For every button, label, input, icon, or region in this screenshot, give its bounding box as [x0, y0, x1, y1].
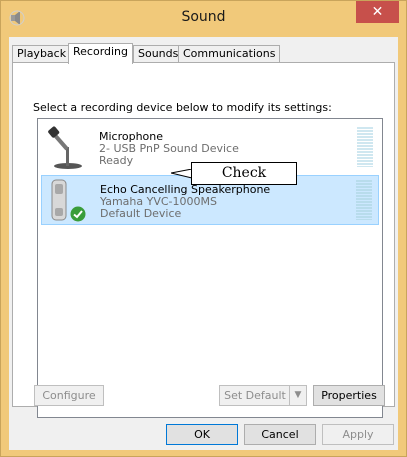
- instruction-text: Select a recording device below to modif…: [33, 101, 332, 114]
- recording-panel: Select a recording device below to modif…: [12, 62, 395, 418]
- level-meter: [357, 127, 373, 167]
- window-title: Sound: [181, 9, 226, 25]
- set-default-label: Set Default: [224, 389, 286, 402]
- properties-button[interactable]: Properties: [313, 385, 385, 406]
- window-frame: Sound ✕ Playback Recording Sounds Commun…: [0, 0, 407, 457]
- chevron-down-icon[interactable]: ▼: [289, 386, 306, 405]
- set-default-button[interactable]: Set Default ▼: [219, 385, 307, 406]
- green-check-icon: [70, 206, 86, 222]
- tab-recording[interactable]: Recording: [68, 43, 134, 64]
- ok-button[interactable]: OK: [166, 424, 238, 445]
- level-meter: [356, 180, 372, 220]
- tab-sounds[interactable]: Sounds: [133, 45, 184, 63]
- callout-label: Check: [191, 162, 297, 185]
- tab-playback[interactable]: Playback: [12, 45, 72, 63]
- callout-pointer: [171, 169, 193, 179]
- configure-button[interactable]: Configure: [34, 385, 104, 406]
- tab-communications[interactable]: Communications: [178, 45, 281, 63]
- dialog-client: Playback Recording Sounds Communications…: [9, 37, 398, 450]
- device-status: Default Device: [100, 207, 182, 220]
- microphone-icon: [45, 125, 91, 171]
- cancel-button[interactable]: Cancel: [244, 424, 316, 445]
- title-bar[interactable]: Sound ✕: [1, 1, 406, 36]
- close-button[interactable]: ✕: [356, 1, 399, 23]
- device-status: Ready: [99, 154, 134, 167]
- apply-button[interactable]: Apply: [322, 424, 394, 445]
